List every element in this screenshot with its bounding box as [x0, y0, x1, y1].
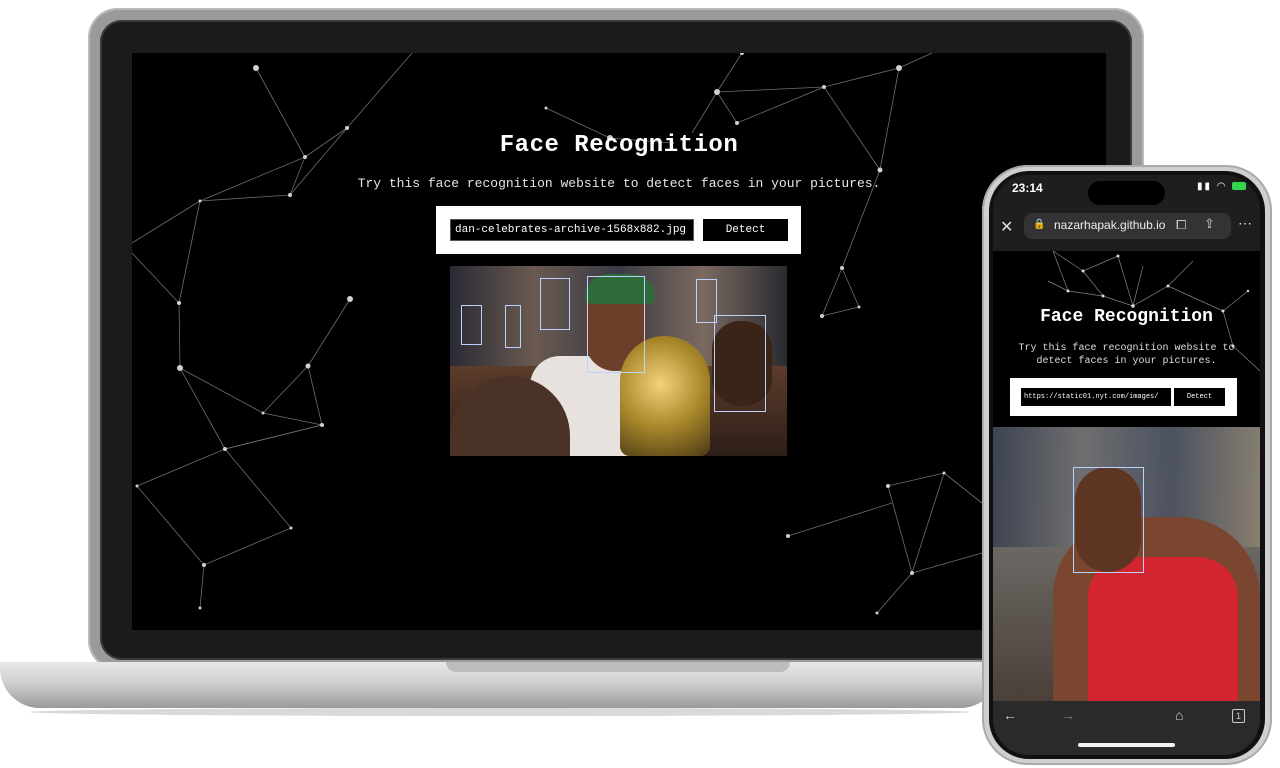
face-box: [540, 278, 570, 330]
home-icon[interactable]: ⌂: [1175, 707, 1183, 723]
status-bar: 23:14 ▮▮ ◠: [993, 175, 1260, 205]
laptop-screen: Face Recognition Try this face recogniti…: [132, 53, 1106, 630]
detected-photo: [450, 266, 787, 456]
forward-icon[interactable]: →: [1061, 707, 1075, 723]
phone-screen: 23:14 ▮▮ ◠ ✕ 🔒 nazarhapak.github.io ⧠ ⇪ …: [993, 175, 1260, 755]
photo-jersey: [1088, 557, 1238, 701]
wifi-icon: ◠: [1216, 181, 1228, 192]
face-box: [461, 305, 482, 345]
battery-icon: [1232, 182, 1247, 191]
page-subtitle: Try this face recognition website to det…: [1018, 343, 1235, 367]
close-icon[interactable]: ✕: [1000, 217, 1013, 237]
detect-button[interactable]: Detect: [1174, 388, 1225, 406]
phone-page: Face Recognition Try this face recogniti…: [993, 251, 1260, 701]
face-box: [714, 315, 766, 412]
browser-toolbar: ✕ 🔒 nazarhapak.github.io ⧠ ⇪ ⋯: [993, 209, 1260, 243]
page-title: Face Recognition: [499, 132, 739, 159]
face-box: [505, 305, 521, 348]
home-indicator[interactable]: [1078, 743, 1175, 747]
page-title: Face Recognition: [1040, 307, 1213, 327]
detected-photo: [993, 427, 1260, 701]
bookmark-icon[interactable]: ⧠: [1176, 217, 1186, 233]
more-icon[interactable]: ⋯: [1238, 215, 1252, 232]
address-bar[interactable]: 🔒 nazarhapak.github.io ⧠ ⇪: [1024, 213, 1231, 239]
lock-icon: 🔒: [1033, 219, 1046, 230]
image-url-form: https://static01.nyt.com/images/ Detect: [1010, 378, 1237, 416]
image-url-input[interactable]: dan-celebrates-archive-1568x882.jpg: [450, 219, 694, 241]
status-time: 23:14: [1012, 181, 1043, 195]
face-box: [587, 276, 645, 373]
tab-count: 1: [1236, 711, 1242, 721]
image-url-input[interactable]: https://static01.nyt.com/images/: [1021, 388, 1171, 406]
signal-icon: ▮▮: [1197, 181, 1213, 192]
address-url[interactable]: nazarhapak.github.io: [1054, 218, 1165, 232]
laptop-shadow: [30, 708, 970, 716]
laptop-notch: [446, 662, 790, 672]
status-icons: ▮▮ ◠: [1197, 181, 1247, 192]
share-icon[interactable]: ⇪: [1204, 216, 1215, 232]
page-subtitle: Try this face recognition website to det…: [357, 176, 881, 191]
image-url-form: dan-celebrates-archive-1568x882.jpg Dete…: [436, 206, 801, 254]
face-box: [1073, 467, 1144, 573]
tabs-icon[interactable]: 1: [1232, 709, 1246, 723]
browser-bottom-bar: ← → ⌂ 1: [993, 701, 1260, 755]
detect-button[interactable]: Detect: [703, 219, 788, 241]
back-icon[interactable]: ←: [1003, 707, 1017, 723]
dynamic-island: [1088, 181, 1165, 205]
